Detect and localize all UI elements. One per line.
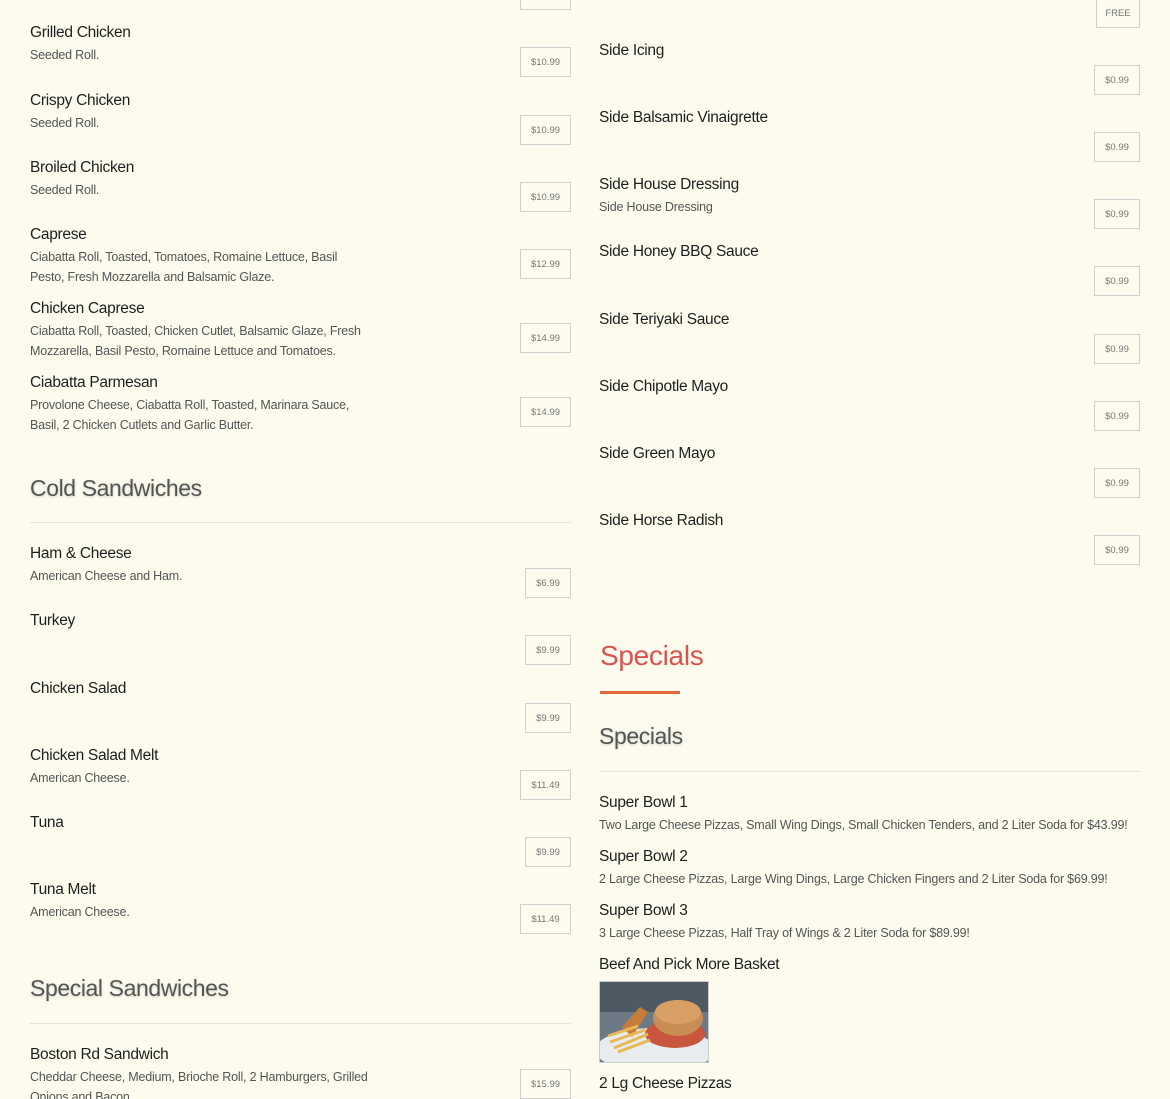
menu-item[interactable]: Caprese Ciabatta Roll, Toasted, Tomatoes… — [30, 225, 571, 287]
menu-item[interactable]: Side Icing $0.99 — [599, 41, 1140, 95]
menu-item[interactable]: Tuna Melt American Cheese. $11.49 — [30, 880, 571, 934]
price-button[interactable] — [520, 0, 571, 10]
item-name: Beef And Pick More Basket — [599, 956, 780, 973]
item-name: 2 Lg Cheese Pizzas — [599, 1075, 732, 1092]
item-name: Caprese — [30, 226, 87, 243]
section-title-specials: Specials — [599, 723, 683, 749]
menu-item[interactable]: Turkey $9.99 — [30, 611, 571, 665]
special-item[interactable]: Beef And Pick More Basket — [599, 955, 1140, 975]
heading-underline — [600, 691, 680, 694]
item-description: Seeded Roll. — [30, 183, 100, 197]
item-description: Cheddar Cheese, Medium, Brioche Roll, 2 … — [30, 1070, 368, 1099]
item-name: Chicken Caprese — [30, 300, 145, 317]
price-button[interactable]: $0.99 — [1094, 334, 1140, 364]
menu-item[interactable]: Tuna $9.99 — [30, 813, 571, 867]
item-name: Side Chipotle Mayo — [599, 378, 729, 395]
special-item[interactable]: Super Bowl 1 Two Large Cheese Pizzas, Sm… — [599, 793, 1140, 835]
item-name: Super Bowl 1 — [599, 794, 688, 811]
menu-item[interactable]: Side Chipotle Mayo $0.99 — [599, 377, 1140, 431]
item-name: Chicken Salad Melt — [30, 747, 159, 764]
item-name: Side Horse Radish — [599, 512, 724, 529]
item-name: Ciabatta Parmesan — [30, 374, 158, 391]
price-button[interactable]: $0.99 — [1094, 468, 1140, 498]
menu-item[interactable]: Chicken Salad $9.99 — [30, 679, 571, 733]
price-button[interactable]: $0.99 — [1094, 401, 1140, 431]
section-divider — [30, 1023, 571, 1024]
item-description: Ciabatta Roll, Toasted, Tomatoes, Romain… — [30, 250, 338, 284]
menu-item[interactable]: Crispy Chicken Seeded Roll. $10.99 — [30, 91, 571, 145]
price-button[interactable]: $0.99 — [1094, 266, 1140, 296]
item-name: Side House Dressing — [599, 176, 739, 193]
price-button[interactable]: $0.99 — [1094, 65, 1140, 95]
menu-item[interactable]: Side Horse Radish $0.99 — [599, 511, 1140, 565]
item-name: Ham & Cheese — [30, 545, 132, 562]
price-button[interactable]: $9.99 — [525, 837, 571, 867]
menu-item[interactable]: Broiled Chicken Seeded Roll. $10.99 — [30, 158, 571, 212]
item-description: Two Large Cheese Pizzas, Small Wing Ding… — [599, 818, 1128, 832]
special-item[interactable]: Super Bowl 2 2 Large Cheese Pizzas, Larg… — [599, 847, 1140, 889]
price-button[interactable]: $0.99 — [1094, 535, 1140, 565]
price-button[interactable]: $9.99 — [525, 703, 571, 733]
item-name: Chicken Salad — [30, 680, 127, 697]
price-button[interactable]: $6.99 — [525, 568, 571, 598]
section-divider — [30, 522, 571, 523]
menu-item[interactable]: Side House Dressing Side House Dressing … — [599, 175, 1140, 229]
item-description: American Cheese and Ham. — [30, 569, 183, 583]
item-description: Seeded Roll. — [30, 48, 100, 62]
menu-item[interactable]: Chicken Salad Melt American Cheese. $11.… — [30, 746, 571, 800]
section-title-special-sandwiches: Special Sandwiches — [30, 975, 229, 1001]
price-button[interactable]: $12.99 — [520, 249, 571, 279]
menu-item[interactable]: Side Balsamic Vinaigrette $0.99 — [599, 108, 1140, 162]
section-divider — [599, 771, 1140, 772]
item-description: 2 Large Cheese Pizzas, Large Wing Dings,… — [599, 872, 1108, 886]
menu-item[interactable]: Chicken Caprese Ciabatta Roll, Toasted, … — [30, 299, 571, 361]
item-name: Side Honey BBQ Sauce — [599, 243, 759, 260]
price-button[interactable]: FREE — [1096, 0, 1140, 28]
item-name: Side Green Mayo — [599, 445, 716, 462]
price-button[interactable]: $14.99 — [520, 323, 571, 353]
price-button[interactable]: $9.99 — [525, 635, 571, 665]
item-name: Tuna Melt — [30, 881, 96, 898]
item-name: Grilled Chicken — [30, 24, 131, 41]
specials-category-heading: Specials — [600, 640, 704, 671]
item-name: Super Bowl 3 — [599, 902, 688, 919]
burger-basket-image — [600, 982, 708, 1062]
item-name: Tuna — [30, 814, 64, 831]
item-name: Boston Rd Sandwich — [30, 1046, 169, 1063]
price-button[interactable]: $14.99 — [520, 397, 571, 427]
price-button[interactable]: $10.99 — [520, 47, 571, 77]
item-name: Crispy Chicken — [30, 92, 131, 109]
item-description: Provolone Cheese, Ciabatta Roll, Toasted… — [30, 398, 350, 432]
menu-item[interactable]: Side Green Mayo $0.99 — [599, 444, 1140, 498]
price-button[interactable]: $11.49 — [520, 770, 571, 800]
item-name: Side Balsamic Vinaigrette — [599, 109, 768, 126]
menu-item[interactable]: Side Honey BBQ Sauce $0.99 — [599, 242, 1140, 296]
item-name: Broiled Chicken — [30, 159, 135, 176]
special-item[interactable]: 2 Lg Cheese Pizzas — [599, 1074, 1140, 1094]
menu-item[interactable]: Ham & Cheese American Cheese and Ham. $6… — [30, 544, 571, 598]
special-item[interactable]: Super Bowl 3 3 Large Cheese Pizzas, Half… — [599, 901, 1140, 943]
item-description: Ciabatta Roll, Toasted, Chicken Cutlet, … — [30, 324, 361, 358]
item-description: American Cheese. — [30, 771, 130, 785]
item-name: Turkey — [30, 612, 75, 629]
price-button[interactable]: $10.99 — [520, 182, 571, 212]
menu-item[interactable]: Boston Rd Sandwich Cheddar Cheese, Mediu… — [30, 1045, 571, 1099]
item-description: Side House Dressing — [599, 200, 713, 214]
price-button[interactable]: $0.99 — [1094, 199, 1140, 229]
menu-item[interactable]: Side Teriyaki Sauce $0.99 — [599, 310, 1140, 364]
item-description: American Cheese. — [30, 905, 130, 919]
price-button[interactable]: $10.99 — [520, 115, 571, 145]
item-name: Super Bowl 2 — [599, 848, 688, 865]
item-description: 3 Large Cheese Pizzas, Half Tray of Wing… — [599, 926, 970, 940]
item-name: Side Icing — [599, 42, 665, 59]
price-button[interactable]: $15.99 — [520, 1069, 571, 1099]
item-description: Seeded Roll. — [30, 116, 100, 130]
price-button[interactable]: $0.99 — [1094, 132, 1140, 162]
item-name: Side Teriyaki Sauce — [599, 311, 730, 328]
menu-item[interactable]: Grilled Chicken Seeded Roll. $10.99 — [30, 23, 571, 77]
food-photo[interactable] — [599, 981, 709, 1063]
menu-item[interactable]: Ciabatta Parmesan Provolone Cheese, Ciab… — [30, 373, 571, 435]
price-button[interactable]: $11.49 — [520, 904, 571, 934]
section-title-cold-sandwiches: Cold Sandwiches — [30, 475, 202, 501]
